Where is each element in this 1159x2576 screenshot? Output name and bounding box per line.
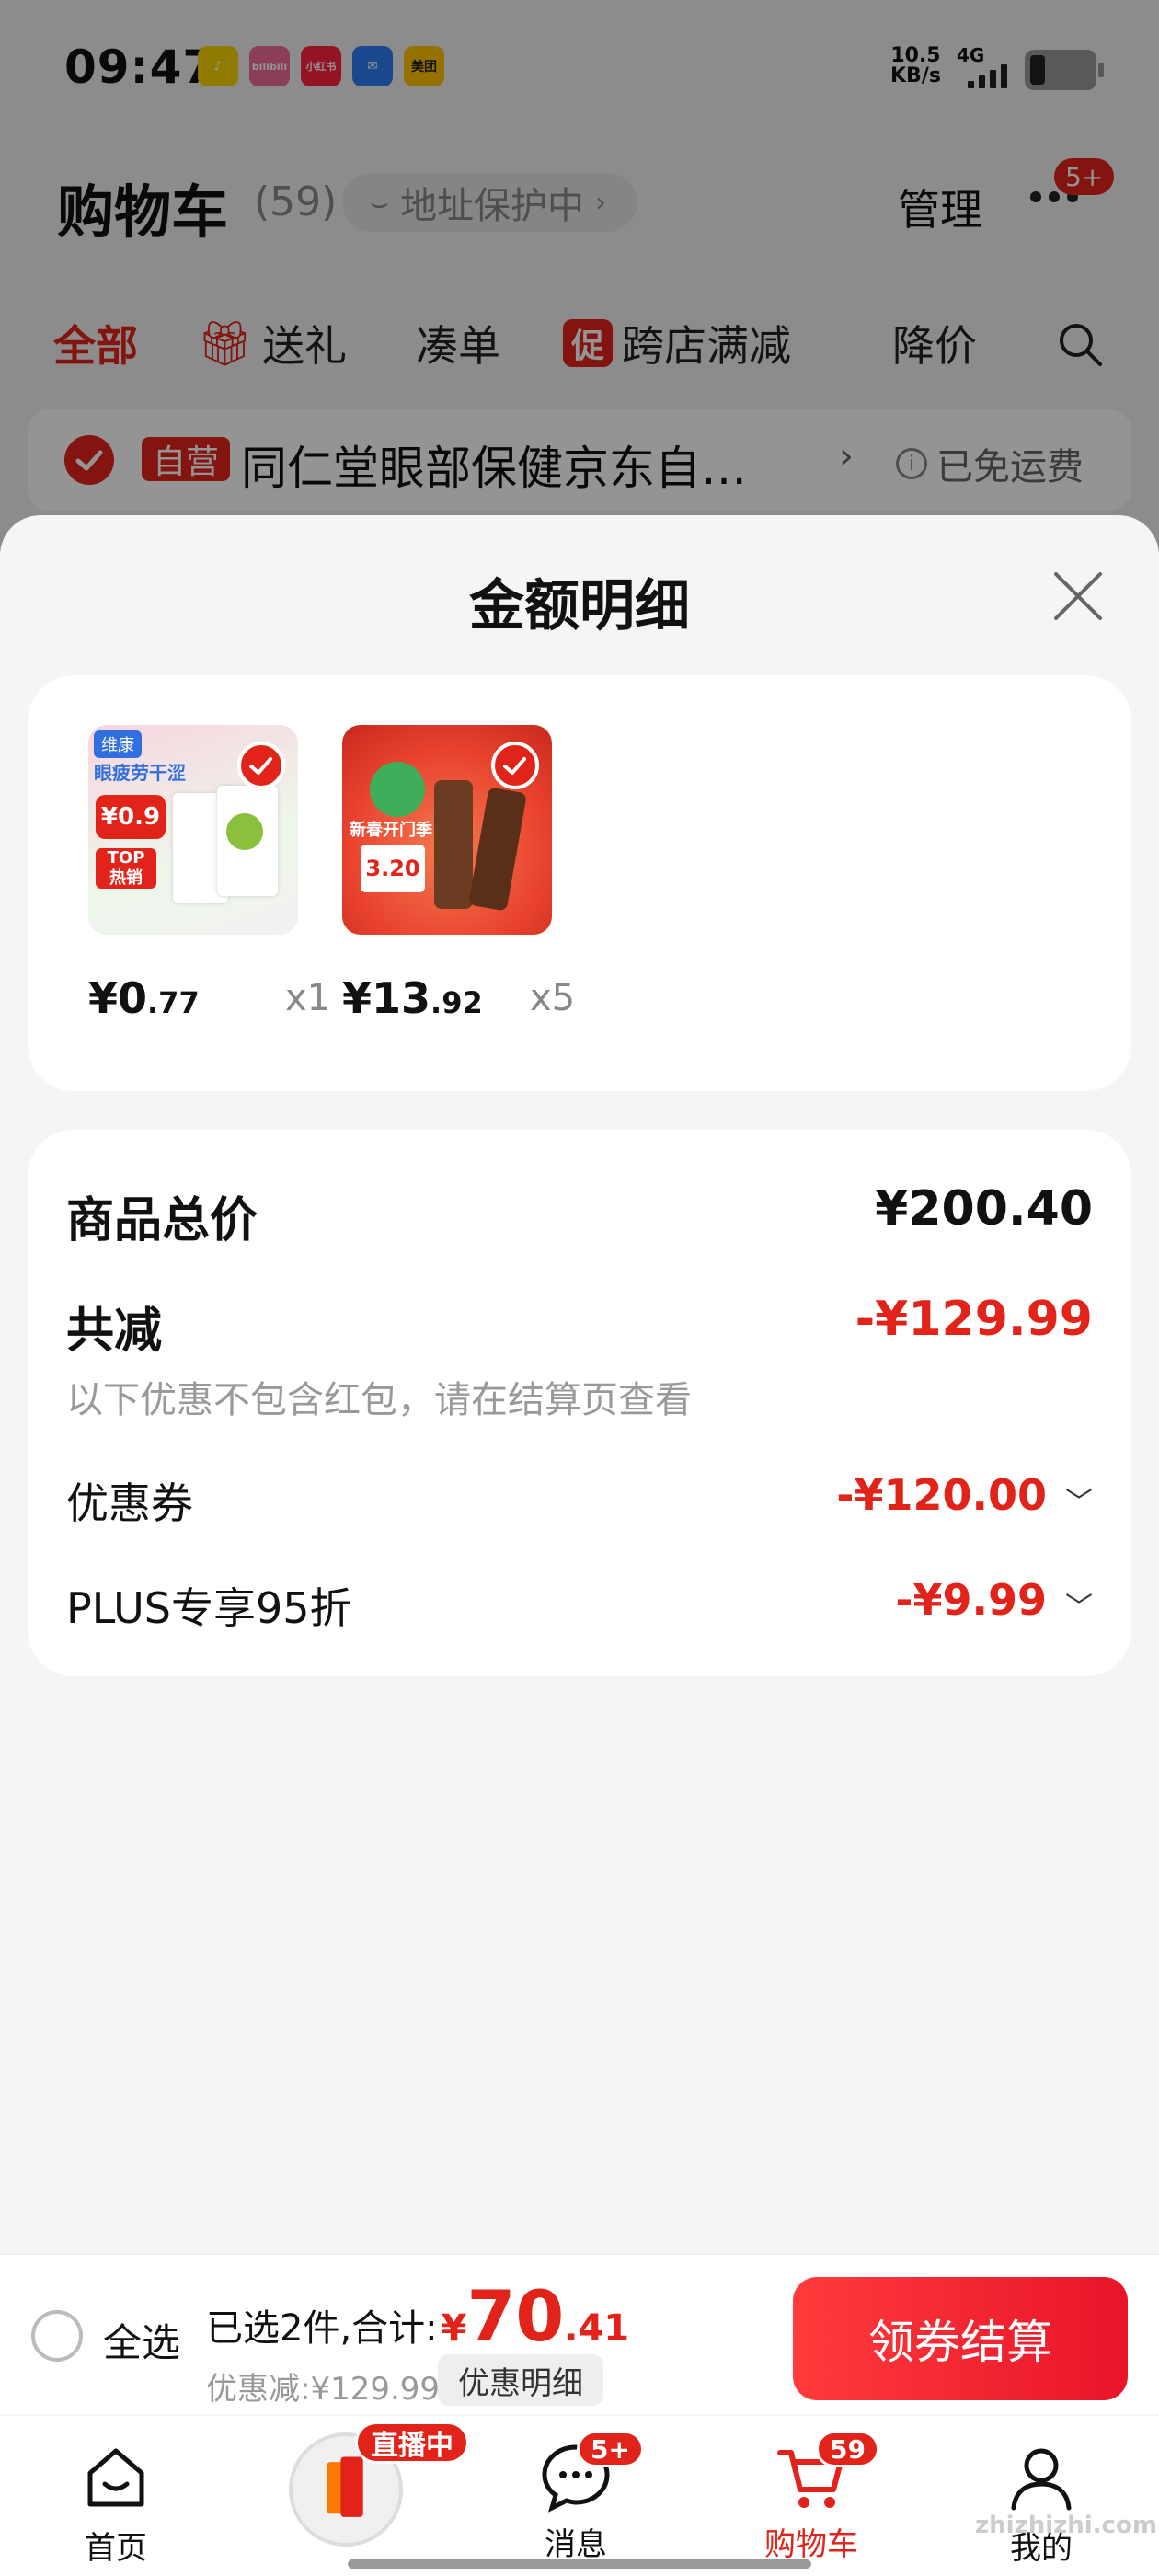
selected-count-text: 已选2件,合计: — [206, 2307, 438, 2350]
product-thumbnail: 维康 眼疲劳干涩 ¥0.9 TOP 热销 — [88, 725, 298, 935]
select-all-checkbox[interactable] — [31, 2310, 83, 2362]
item-qty: x1 — [285, 977, 331, 1019]
messages-badge: 5+ — [577, 2431, 644, 2467]
total-price-label: 商品总价 — [66, 1193, 258, 1248]
chevron-down-icon[interactable]: ﹀ — [1065, 1479, 1093, 1520]
total-int: 70 — [466, 2275, 565, 2357]
reduce-value: -¥129.99 — [855, 1292, 1093, 1347]
total-summary: 已选2件,合计: ¥ 70 .41 — [206, 2275, 629, 2357]
home-indicator[interactable] — [348, 2559, 811, 2569]
item-price-int: ¥0 — [88, 973, 148, 1023]
message-icon-wrap: 5+ — [539, 2431, 644, 2513]
nav-cart[interactable]: 59 购物车 — [729, 2416, 894, 2564]
item-price-int: ¥13 — [342, 973, 431, 1023]
item-price-dec: .77 — [147, 985, 200, 1020]
coupon-value: -¥120.00 — [836, 1470, 1047, 1520]
user-icon — [1011, 2448, 1072, 2511]
total-price-value: ¥200.40 — [875, 1181, 1093, 1236]
thumb-price: 3.20 — [361, 845, 425, 892]
chevron-down-icon[interactable]: ﹀ — [1065, 1584, 1093, 1625]
selected-items-card: 维康 眼疲劳干涩 ¥0.9 TOP 热销 ¥0.77 x1 3.20 新春开门季… — [28, 675, 1131, 1091]
item-qty: x5 — [530, 977, 576, 1019]
item-checked-icon — [237, 742, 285, 789]
total-price-row: 商品总价 ¥200.40 — [66, 1181, 1093, 1250]
checkout-bar: 全选 已选2件,合计: ¥ 70 .41 优惠减:¥129.99 优惠明细 领券… — [0, 2254, 1159, 2414]
mascot-icon — [370, 762, 425, 817]
ice-cream-bar — [468, 787, 527, 912]
thumb-headline: 眼疲劳干涩 — [94, 762, 186, 784]
cart-badge: 59 — [816, 2431, 879, 2467]
product-item[interactable]: 3.20 新春开门季 ¥13.92 x5 — [342, 725, 575, 1023]
thumb-price: ¥0.9 — [96, 795, 166, 839]
nav-messages[interactable]: 5+ 消息 — [493, 2416, 659, 2564]
plus-discount-label: PLUS专享95折 — [66, 1583, 352, 1633]
top-sales-tag: TOP 热销 — [96, 848, 156, 889]
nav-messages-label: 消息 — [545, 2526, 607, 2563]
reduce-row: 共减 -¥129.99 以下优惠不包含红包，请在结算页查看 — [66, 1292, 1093, 1423]
amount-detail-sheet: 金额明细 维康 眼疲劳干涩 ¥0.9 TOP 热销 ¥0.77 x1 3.20 … — [0, 515, 1159, 2254]
discount-text: 优惠减:¥129.99 — [206, 2371, 441, 2408]
reduce-note: 以下优惠不包含红包，请在结算页查看 — [66, 1379, 692, 1421]
plus-discount-row[interactable]: PLUS专享95折 -¥9.99 ﹀ — [66, 1575, 1093, 1636]
close-icon[interactable] — [1049, 567, 1107, 626]
hot-label: 热销 — [109, 868, 143, 888]
checkout-button[interactable]: 领券结算 — [793, 2277, 1128, 2400]
modal-overlay[interactable] — [0, 0, 1159, 552]
cart-icon-wrap: 59 — [775, 2431, 879, 2513]
bottom-nav: 首页 5+ 消息 59 购物车 我的 — [0, 2416, 1159, 2576]
item-price-dec: .92 — [430, 985, 483, 1020]
item-price: ¥13.92 — [342, 973, 483, 1023]
home-icon — [87, 2448, 144, 2507]
total-dec: .41 — [564, 2307, 630, 2350]
watermark: zhizhizhi.com — [975, 2512, 1157, 2539]
thumb-headline: 新春开门季 — [350, 821, 432, 840]
sheet-title: 金额明细 — [469, 574, 690, 638]
ice-cream-bar — [434, 780, 473, 909]
nav-home-label: 首页 — [85, 2530, 147, 2567]
price-summary-card: 商品总价 ¥200.40 共减 -¥129.99 以下优惠不包含红包，请在结算页… — [28, 1130, 1131, 1676]
product-item[interactable]: 维康 眼疲劳干涩 ¥0.9 TOP 热销 ¥0.77 x1 — [88, 725, 330, 1023]
product-logo — [226, 813, 263, 850]
nav-mine[interactable]: 我的 — [958, 2416, 1124, 2568]
brand-tag: 维康 — [94, 730, 142, 758]
coupon-label: 优惠券 — [66, 1478, 193, 1528]
discount-detail-button[interactable]: 优惠明细 — [438, 2354, 603, 2406]
plus-discount-value: -¥9.99 — [895, 1575, 1047, 1625]
currency-symbol: ¥ — [441, 2307, 467, 2350]
item-price: ¥0.77 — [88, 973, 200, 1023]
nav-home[interactable]: 首页 — [33, 2416, 199, 2568]
nav-cart-label: 购物车 — [764, 2526, 858, 2563]
product-thumbnail: 3.20 新春开门季 — [342, 725, 552, 935]
coupon-row[interactable]: 优惠券 -¥120.00 ﹀ — [66, 1470, 1093, 1531]
top-label: TOP — [107, 848, 145, 868]
live-badge: 直播中 — [355, 2421, 469, 2464]
item-checked-icon — [491, 742, 539, 789]
select-all-label[interactable]: 全选 — [103, 2312, 180, 2368]
